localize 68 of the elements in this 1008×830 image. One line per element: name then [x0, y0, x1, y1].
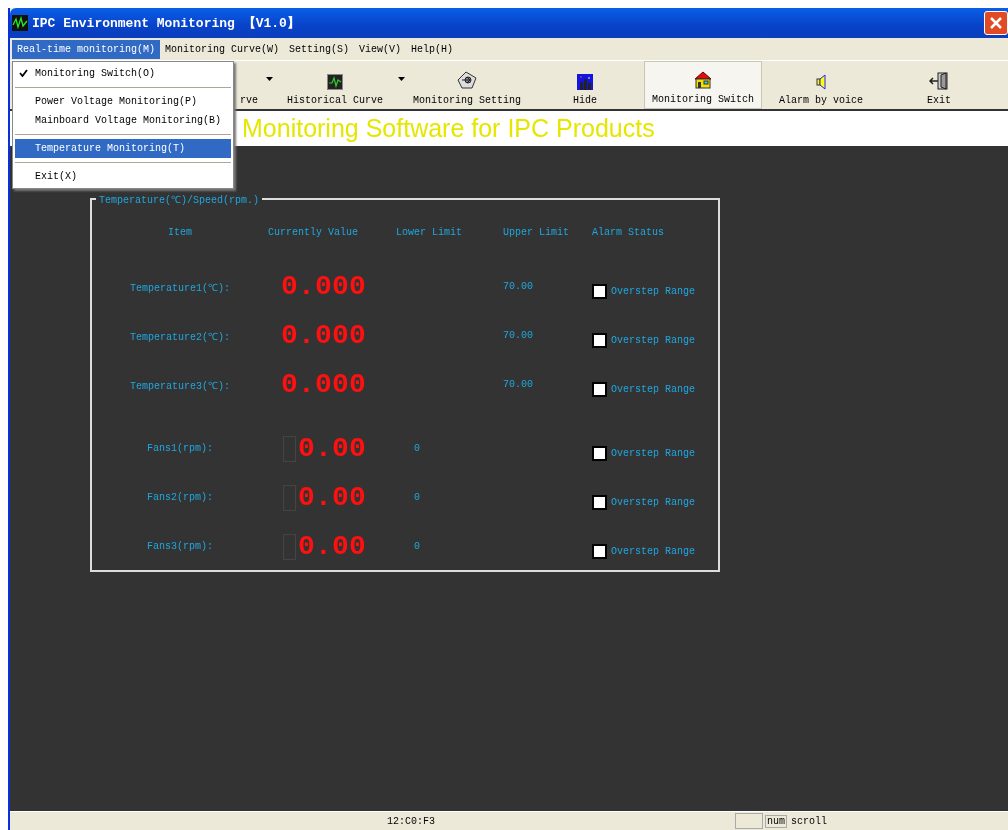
- city-icon: [577, 74, 593, 90]
- menu-item[interactable]: Real-time monitoring(M): [12, 39, 161, 59]
- close-button[interactable]: [984, 11, 1008, 35]
- checkbox-label: Overstep Range: [611, 497, 695, 508]
- checkbox-label: Overstep Range: [611, 384, 695, 395]
- menu-item[interactable]: Power Voltage Monitoring(P): [15, 92, 231, 111]
- house-icon: [694, 71, 712, 89]
- column-header: Item: [168, 226, 192, 238]
- menu-item[interactable]: View(V): [354, 39, 407, 59]
- checkbox-label: Overstep Range: [611, 546, 695, 557]
- led-display: 0.00: [281, 482, 366, 513]
- menu-item[interactable]: Monitoring Switch(O): [15, 64, 231, 83]
- banner-title: Monitoring Software for IPC Products: [242, 114, 655, 143]
- checkbox[interactable]: [592, 382, 607, 397]
- led-display: 0.00: [281, 433, 366, 464]
- item-label: Fans2(rpm):: [147, 492, 213, 503]
- lower-limit: 0: [414, 443, 420, 454]
- status-text: num: [765, 814, 787, 828]
- toolbar-button[interactable]: Monitoring Switch: [644, 61, 762, 109]
- status-panel: [735, 813, 763, 829]
- lower-limit: 0: [414, 541, 420, 552]
- item-label: Temperature2(℃):: [130, 330, 230, 343]
- upper-limit: 70.00: [503, 330, 533, 341]
- item-label: Temperature1(℃):: [130, 281, 230, 294]
- item-label: Temperature3(℃):: [130, 379, 230, 392]
- toolbar-button[interactable]: Monitoring Setting: [408, 61, 526, 109]
- item-label: Fans1(rpm):: [147, 443, 213, 454]
- checkbox[interactable]: [592, 446, 607, 461]
- checkbox[interactable]: [592, 495, 607, 510]
- menu-item[interactable]: Monitoring Curve(W): [160, 39, 285, 59]
- status-text: 12:C0:F3: [387, 815, 436, 827]
- column-header: Upper Limit: [502, 226, 570, 238]
- led-display: 0.00: [281, 531, 366, 562]
- toolbar-button[interactable]: Alarm by voice: [762, 61, 880, 109]
- toolbar-button[interactable]: Historical Curve: [276, 61, 394, 109]
- exit-door-icon: [929, 72, 949, 90]
- led-display: 0.000: [281, 369, 366, 400]
- lower-limit: 0: [414, 492, 420, 503]
- led-display: 0.000: [281, 271, 366, 302]
- window-title: IPC Environment Monitoring 【V1.0】: [32, 15, 300, 32]
- status-text: scroll: [791, 815, 828, 827]
- toolbar-button[interactable]: Hide: [526, 61, 644, 109]
- checkbox-label: Overstep Range: [611, 286, 695, 297]
- checkbox[interactable]: [592, 544, 607, 559]
- toolbar-button[interactable]: Exit: [880, 61, 998, 109]
- group-legend: Temperature(℃)/Speed(rpm.): [96, 192, 263, 206]
- menu-item[interactable]: Help(H): [406, 39, 459, 59]
- menu-item[interactable]: Temperature Monitoring(T): [15, 139, 231, 158]
- led-display: 0.000: [281, 320, 366, 351]
- menu-item[interactable]: Exit(X): [15, 167, 231, 186]
- caret-icon[interactable]: [397, 77, 405, 81]
- checkbox-label: Overstep Range: [611, 448, 695, 459]
- menu-item[interactable]: Setting(S): [284, 39, 355, 59]
- chart-icon: [327, 74, 343, 90]
- settings-icon: [456, 70, 478, 90]
- waveform-icon: [12, 15, 28, 31]
- item-label: Fans3(rpm):: [147, 541, 213, 552]
- column-header: Lower Limit: [395, 226, 463, 238]
- upper-limit: 70.00: [503, 379, 533, 390]
- caret-icon[interactable]: [265, 77, 273, 81]
- checkbox[interactable]: [592, 284, 607, 299]
- checkbox-label: Overstep Range: [611, 335, 695, 346]
- column-header: Currently Value: [268, 226, 359, 238]
- menu-item[interactable]: Mainboard Voltage Monitoring(B): [15, 111, 231, 130]
- upper-limit: 70.00: [503, 281, 533, 292]
- column-header: Alarm Status: [591, 226, 665, 238]
- speaker-icon: [816, 74, 826, 90]
- checkbox[interactable]: [592, 333, 607, 348]
